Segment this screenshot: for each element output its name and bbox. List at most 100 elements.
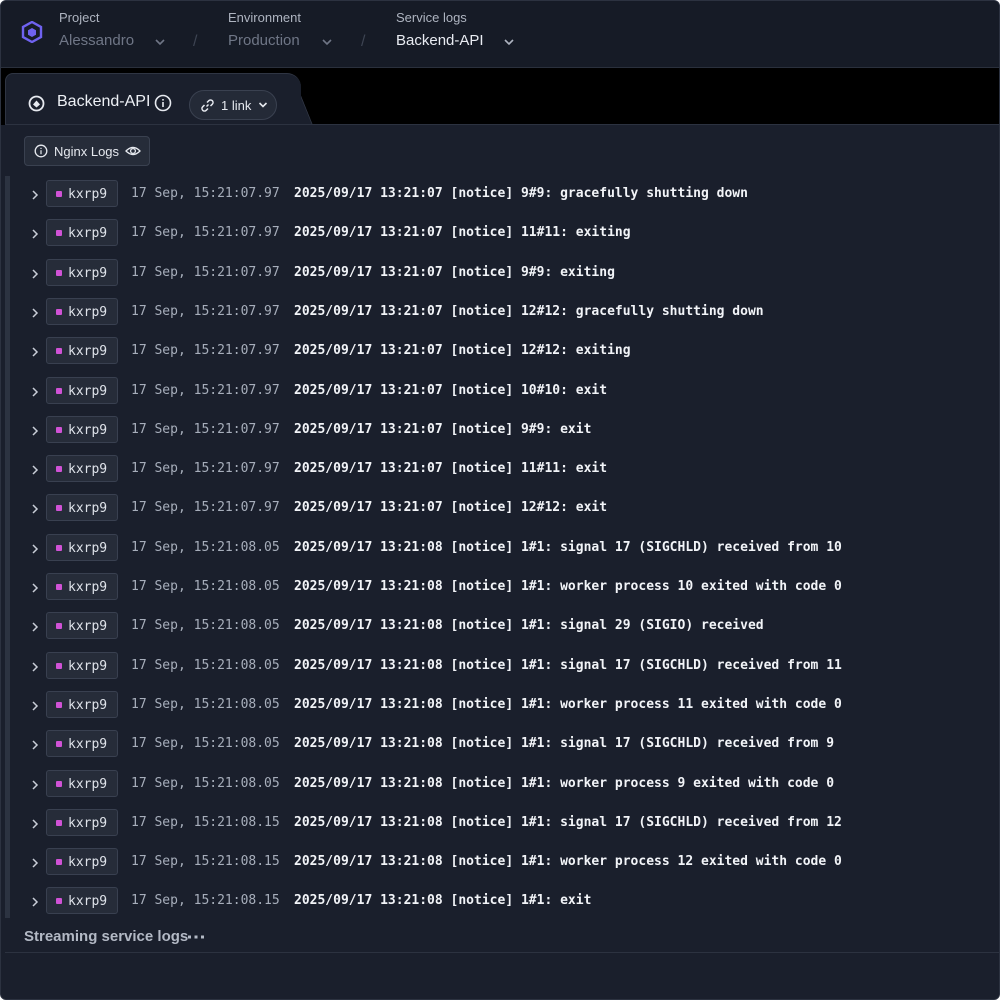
chevron-right-icon[interactable] bbox=[29, 621, 41, 633]
log-row[interactable]: kxrp9 17 Sep, 15:21:07.97 2025/09/17 13:21… bbox=[10, 176, 999, 215]
breadcrumb-service-logs[interactable]: Service logs Backend-API bbox=[396, 1, 526, 68]
pod-badge[interactable]: kxrp9 bbox=[46, 180, 118, 207]
chevron-right-icon[interactable] bbox=[29, 464, 41, 476]
pod-name: kxrp9 bbox=[68, 658, 108, 674]
log-row[interactable]: kxrp9 17 Sep, 15:21:07.97 2025/09/17 13:21… bbox=[10, 373, 999, 412]
log-row[interactable]: kxrp9 17 Sep, 15:21:08.05 2025/09/17 13:21… bbox=[10, 608, 999, 647]
chevron-right-icon[interactable] bbox=[29, 700, 41, 712]
log-row[interactable]: kxrp9 17 Sep, 15:21:08.05 2025/09/17 13:21… bbox=[10, 726, 999, 765]
log-row[interactable]: kxrp9 17 Sep, 15:21:08.05 2025/09/17 13:21… bbox=[10, 569, 999, 608]
pod-name: kxrp9 bbox=[68, 540, 108, 556]
chevron-down-icon bbox=[322, 39, 332, 46]
pod-badge[interactable]: kxrp9 bbox=[46, 690, 118, 718]
chevron-right-icon[interactable] bbox=[29, 543, 41, 555]
log-timestamp: 17 Sep, 15:21:07.97 bbox=[131, 461, 280, 477]
log-row[interactable]: kxrp9 17 Sep, 15:21:07.97 2025/09/17 13:21… bbox=[10, 451, 999, 490]
chevron-right-icon[interactable] bbox=[29, 386, 41, 398]
pod-badge[interactable]: kxrp9 bbox=[46, 219, 118, 247]
log-row[interactable]: kxrp9 17 Sep, 15:21:07.97 2025/09/17 13:21… bbox=[10, 490, 999, 529]
pod-badge[interactable]: kxrp9 bbox=[46, 455, 118, 483]
pod-badge[interactable]: kxrp9 bbox=[46, 573, 118, 600]
pod-name: kxrp9 bbox=[68, 462, 108, 478]
chevron-right-icon[interactable] bbox=[29, 268, 41, 280]
pod-status-dot bbox=[56, 780, 62, 787]
chevron-right-icon[interactable] bbox=[29, 346, 41, 358]
breadcrumb-project[interactable]: Project Alessandro bbox=[59, 1, 179, 68]
pod-status-dot bbox=[56, 269, 62, 276]
breadcrumb-label: Environment bbox=[228, 10, 301, 25]
links-count: 1 link bbox=[221, 98, 252, 113]
log-message: 2025/09/17 13:21:07 [notice] 10#10: exit bbox=[294, 382, 608, 398]
log-row[interactable]: kxrp9 17 Sep, 15:21:07.97 2025/09/17 13:21… bbox=[10, 215, 999, 254]
log-timestamp: 17 Sep, 15:21:08.05 bbox=[131, 657, 280, 673]
pod-name: kxrp9 bbox=[68, 304, 108, 320]
chevron-right-icon[interactable] bbox=[29, 896, 41, 908]
log-row[interactable]: kxrp9 17 Sep, 15:21:08.05 2025/09/17 13:21… bbox=[10, 648, 999, 687]
service-icon bbox=[28, 95, 45, 112]
pod-badge[interactable]: kxrp9 bbox=[46, 887, 118, 915]
chevron-right-icon[interactable] bbox=[29, 307, 41, 319]
pod-badge[interactable]: kxrp9 bbox=[46, 297, 118, 325]
breadcrumb-environment[interactable]: Environment Production bbox=[228, 1, 348, 68]
pod-badge[interactable]: kxrp9 bbox=[46, 415, 118, 443]
log-row[interactable]: kxrp9 17 Sep, 15:21:08.15 2025/09/17 13:21… bbox=[10, 883, 999, 922]
log-row[interactable]: kxrp9 17 Sep, 15:21:08.05 2025/09/17 13:21… bbox=[10, 530, 999, 569]
service-title: Backend-API bbox=[57, 93, 151, 110]
pod-badge[interactable]: kxrp9 bbox=[46, 730, 118, 758]
pod-badge[interactable]: kxrp9 bbox=[46, 651, 118, 679]
tab-service[interactable]: Backend-API 1 link bbox=[5, 73, 301, 125]
log-row[interactable]: kxrp9 17 Sep, 15:21:08.05 2025/09/17 13:21… bbox=[10, 687, 999, 726]
eye-icon[interactable] bbox=[125, 144, 141, 158]
log-row[interactable]: kxrp9 17 Sep, 15:21:07.97 2025/09/17 13:21… bbox=[10, 412, 999, 451]
log-row[interactable]: kxrp9 17 Sep, 15:21:08.15 2025/09/17 13:21… bbox=[10, 844, 999, 883]
pod-name: kxrp9 bbox=[68, 776, 108, 792]
log-row[interactable]: kxrp9 17 Sep, 15:21:08.15 2025/09/17 13:21… bbox=[10, 805, 999, 844]
log-source-chip[interactable]: Nginx Logs bbox=[24, 136, 150, 166]
log-message: 2025/09/17 13:21:07 [notice] 9#9: exitin… bbox=[294, 264, 615, 280]
pod-status-dot bbox=[56, 819, 62, 826]
chevron-right-icon[interactable] bbox=[29, 503, 41, 515]
chevron-right-icon[interactable] bbox=[29, 189, 41, 201]
pod-status-dot bbox=[56, 544, 62, 551]
pod-badge[interactable]: kxrp9 bbox=[46, 533, 118, 561]
log-timestamp: 17 Sep, 15:21:08.05 bbox=[131, 618, 280, 634]
log-message: 2025/09/17 13:21:07 [notice] 9#9: exit bbox=[294, 421, 592, 437]
chevron-right-icon[interactable] bbox=[29, 779, 41, 791]
log-message: 2025/09/17 13:21:08 [notice] 1#1: signal… bbox=[294, 657, 842, 673]
info-icon[interactable] bbox=[154, 94, 172, 112]
chevron-right-icon[interactable] bbox=[29, 661, 41, 673]
app-logo-icon[interactable] bbox=[21, 21, 43, 43]
chevron-right-icon[interactable] bbox=[29, 582, 41, 594]
log-row[interactable]: kxrp9 17 Sep, 15:21:07.97 2025/09/17 13:21… bbox=[10, 255, 999, 294]
pod-badge[interactable]: kxrp9 bbox=[46, 612, 118, 640]
log-message: 2025/09/17 13:21:08 [notice] 1#1: worker… bbox=[294, 579, 842, 594]
pod-badge[interactable]: kxrp9 bbox=[46, 337, 118, 365]
log-row[interactable]: kxrp9 17 Sep, 15:21:07.97 2025/09/17 13:21… bbox=[10, 294, 999, 333]
chevron-right-icon[interactable] bbox=[29, 818, 41, 830]
pod-badge[interactable]: kxrp9 bbox=[46, 769, 118, 797]
links-dropdown[interactable]: 1 link bbox=[189, 90, 277, 120]
log-row[interactable]: kxrp9 17 Sep, 15:21:07.97 2025/09/17 13:21… bbox=[10, 333, 999, 372]
pod-badge[interactable]: kxrp9 bbox=[46, 808, 118, 836]
pod-badge[interactable]: kxrp9 bbox=[46, 848, 118, 876]
info-icon bbox=[34, 144, 48, 158]
pod-badge[interactable]: kxrp9 bbox=[46, 494, 118, 522]
pod-status-dot bbox=[56, 466, 62, 473]
loading-dots-icon bbox=[188, 935, 204, 939]
chevron-right-icon[interactable] bbox=[29, 857, 41, 869]
log-list: kxrp9 17 Sep, 15:21:07.97 2025/09/17 13:21… bbox=[5, 176, 999, 918]
chevron-right-icon[interactable] bbox=[29, 228, 41, 240]
log-row[interactable]: kxrp9 17 Sep, 15:21:08.05 2025/09/17 13:21… bbox=[10, 766, 999, 805]
pod-badge[interactable]: kxrp9 bbox=[46, 258, 118, 286]
chevron-right-icon[interactable] bbox=[29, 739, 41, 751]
chevron-right-icon[interactable] bbox=[29, 425, 41, 437]
log-message: 2025/09/17 13:21:08 [notice] 1#1: signal… bbox=[294, 539, 842, 555]
pod-status-dot bbox=[56, 898, 62, 905]
chevron-down-icon bbox=[155, 39, 165, 46]
app-window: Project Alessandro / Environment Product… bbox=[0, 0, 1000, 1000]
pod-status-dot bbox=[56, 859, 62, 866]
pod-badge[interactable]: kxrp9 bbox=[46, 376, 118, 404]
streaming-status: Streaming service logs bbox=[24, 928, 189, 945]
log-message: 2025/09/17 13:21:07 [notice] 9#9: gracef… bbox=[294, 186, 748, 201]
logs-panel: Nginx Logs kxrp9 17 Sep, 15:21:07.97 2025/… bbox=[5, 124, 999, 999]
